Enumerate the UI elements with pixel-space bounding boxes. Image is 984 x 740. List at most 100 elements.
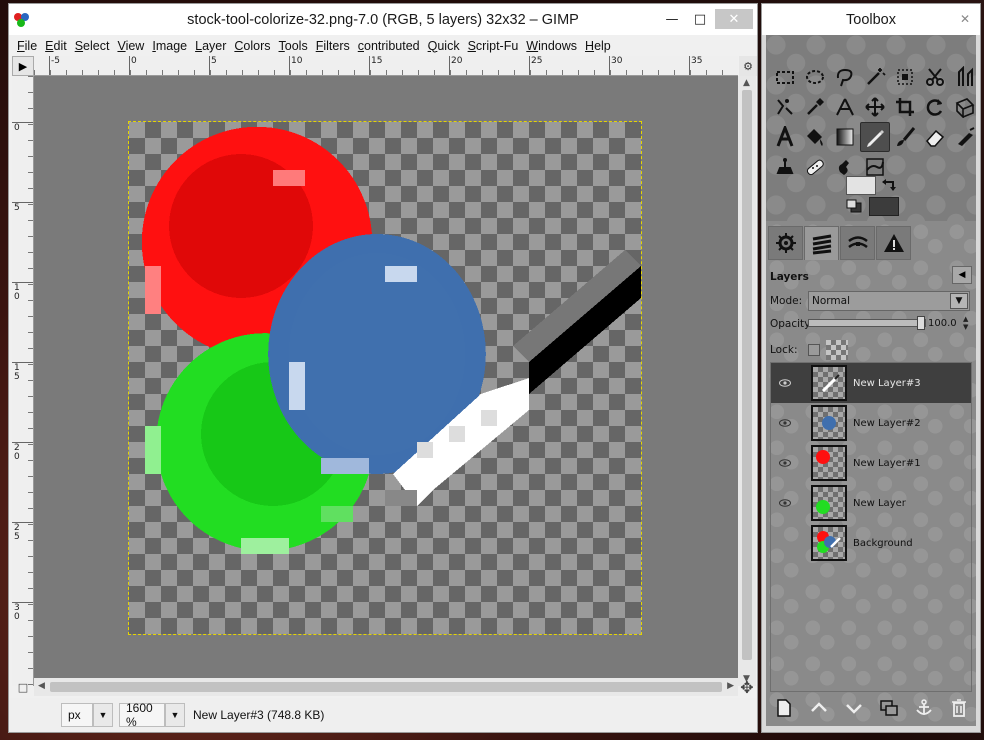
- layer-name[interactable]: Background: [853, 538, 913, 549]
- menu-select[interactable]: Select: [71, 39, 114, 53]
- anchor-layer-button[interactable]: [914, 698, 934, 722]
- menu-help[interactable]: Help: [581, 39, 615, 53]
- lock-pixels-checkbox[interactable]: [808, 344, 820, 356]
- tool-pencil[interactable]: [860, 122, 890, 152]
- menu-colors[interactable]: Colors: [230, 39, 274, 53]
- tab-undo[interactable]: [876, 226, 911, 260]
- scroll-up-icon[interactable]: ▲: [743, 78, 750, 88]
- toolbox-close-button[interactable]: ✕: [956, 10, 974, 28]
- menu-edit[interactable]: Edit: [41, 39, 71, 53]
- menu-file[interactable]: File: [13, 39, 41, 53]
- zoom-dropdown-icon[interactable]: ▼: [165, 703, 185, 727]
- tab-tool-options[interactable]: [768, 226, 803, 260]
- zoom-field[interactable]: 1600 %: [119, 701, 165, 729]
- menu-image[interactable]: Image: [148, 39, 191, 53]
- menu-quick[interactable]: Quick: [424, 39, 464, 53]
- layer-visibility-toggle[interactable]: [771, 499, 799, 507]
- layer-visibility-toggle[interactable]: [771, 379, 799, 387]
- mode-dropdown-icon[interactable]: ▼: [950, 293, 968, 309]
- vertical-scrollbar[interactable]: ▲ ▼: [738, 76, 756, 686]
- layer-visibility-toggle[interactable]: [771, 419, 799, 427]
- opacity-slider[interactable]: [808, 316, 926, 330]
- tool-paths[interactable]: [770, 92, 800, 122]
- tool-fuzzy-select[interactable]: [860, 62, 890, 92]
- ruler-label: 0: [131, 56, 137, 66]
- default-colors-icon[interactable]: [846, 199, 862, 213]
- tool-rect-select[interactable]: [770, 62, 800, 92]
- quick-mask-toggle-icon[interactable]: □: [12, 678, 34, 696]
- new-layer-button[interactable]: [774, 698, 794, 722]
- tool-paintbrush[interactable]: [890, 122, 920, 152]
- tool-foreground-select[interactable]: [950, 62, 980, 92]
- tool-eraser[interactable]: [920, 122, 950, 152]
- tool-by-color-select[interactable]: [890, 62, 920, 92]
- minimize-button[interactable]: —: [659, 9, 685, 29]
- menu-layer[interactable]: Layer: [191, 39, 230, 53]
- scroll-left-icon[interactable]: ◀: [38, 681, 45, 691]
- tool-crop[interactable]: [890, 92, 920, 122]
- tab-layers[interactable]: [804, 226, 839, 260]
- layer-row[interactable]: New Layer: [771, 483, 971, 523]
- menu-script-fu[interactable]: Script-Fu: [464, 39, 523, 53]
- tool-text[interactable]: [770, 122, 800, 152]
- tool-blend[interactable]: [830, 122, 860, 152]
- tab-paths[interactable]: [840, 226, 875, 260]
- navigation-icon[interactable]: ⚙: [739, 56, 757, 76]
- image-window-titlebar[interactable]: stock-tool-colorize-32.png-7.0 (RGB, 5 l…: [9, 4, 757, 35]
- opacity-slider-handle[interactable]: [917, 316, 925, 330]
- menu-filters[interactable]: Filters: [312, 39, 354, 53]
- unit-dropdown-icon[interactable]: ▼: [93, 703, 113, 727]
- menu-view[interactable]: View: [113, 39, 148, 53]
- horizontal-scroll-thumb[interactable]: [50, 682, 722, 692]
- vertical-scroll-thumb[interactable]: [742, 90, 752, 660]
- menu-contributed[interactable]: contributed: [354, 39, 424, 53]
- lock-alpha-icon[interactable]: [826, 340, 848, 360]
- layer-row[interactable]: Background: [771, 523, 971, 563]
- background-color-swatch[interactable]: [869, 197, 899, 216]
- tool-bucket-fill[interactable]: [800, 122, 830, 152]
- layer-name[interactable]: New Layer: [853, 498, 906, 509]
- image-canvas[interactable]: [128, 121, 642, 635]
- horizontal-scrollbar[interactable]: ◀ ▶: [34, 678, 738, 696]
- canvas-area[interactable]: [34, 76, 738, 686]
- raise-layer-button[interactable]: [809, 698, 829, 722]
- duplicate-layer-button[interactable]: [879, 698, 899, 722]
- scroll-right-icon[interactable]: ▶: [727, 681, 734, 691]
- menu-tools[interactable]: Tools: [275, 39, 312, 53]
- tool-measure[interactable]: [830, 92, 860, 122]
- mode-select[interactable]: Normal ▼: [808, 291, 970, 311]
- delete-layer-button[interactable]: [949, 698, 969, 722]
- tool-airbrush[interactable]: [950, 122, 980, 152]
- layer-row[interactable]: New Layer#3: [771, 363, 971, 403]
- layer-name[interactable]: New Layer#1: [853, 458, 921, 469]
- layer-name[interactable]: New Layer#3: [853, 378, 921, 389]
- opacity-value[interactable]: 100.0: [928, 315, 962, 331]
- tool-scissors[interactable]: [920, 62, 950, 92]
- tool-free-select[interactable]: [830, 62, 860, 92]
- toolbox-titlebar[interactable]: Toolbox ✕: [762, 4, 980, 35]
- opacity-spin-icon[interactable]: ▲ ▼: [963, 315, 971, 331]
- maximize-button[interactable]: □: [687, 9, 713, 29]
- tool-clone[interactable]: [770, 152, 800, 182]
- tool-move[interactable]: [860, 92, 890, 122]
- unit-select[interactable]: px: [61, 703, 93, 727]
- horizontal-ruler[interactable]: -5 0 5 10 15 20 25 30 35: [34, 56, 738, 76]
- tool-heal[interactable]: [800, 152, 830, 182]
- swap-colors-icon[interactable]: [880, 177, 898, 195]
- foreground-color-swatch[interactable]: [846, 176, 876, 195]
- layer-row[interactable]: New Layer#2: [771, 403, 971, 443]
- tool-rotate[interactable]: [920, 92, 950, 122]
- vertical-ruler[interactable]: 0 5 10 15 20 25 30: [12, 76, 34, 686]
- tool-color-picker[interactable]: [800, 92, 830, 122]
- close-button[interactable]: ✕: [715, 9, 753, 29]
- dock-menu-icon[interactable]: ◀: [952, 266, 972, 284]
- ruler-menu-button[interactable]: ▶: [12, 56, 34, 76]
- lower-layer-button[interactable]: [844, 698, 864, 722]
- tool-perspective[interactable]: [950, 92, 980, 122]
- layer-visibility-toggle[interactable]: [771, 459, 799, 467]
- layer-name[interactable]: New Layer#2: [853, 418, 921, 429]
- layer-row[interactable]: New Layer#1: [771, 443, 971, 483]
- tool-ellipse-select[interactable]: [800, 62, 830, 92]
- menu-windows[interactable]: Windows: [522, 39, 581, 53]
- navigate-move-icon[interactable]: ✥: [738, 678, 756, 697]
